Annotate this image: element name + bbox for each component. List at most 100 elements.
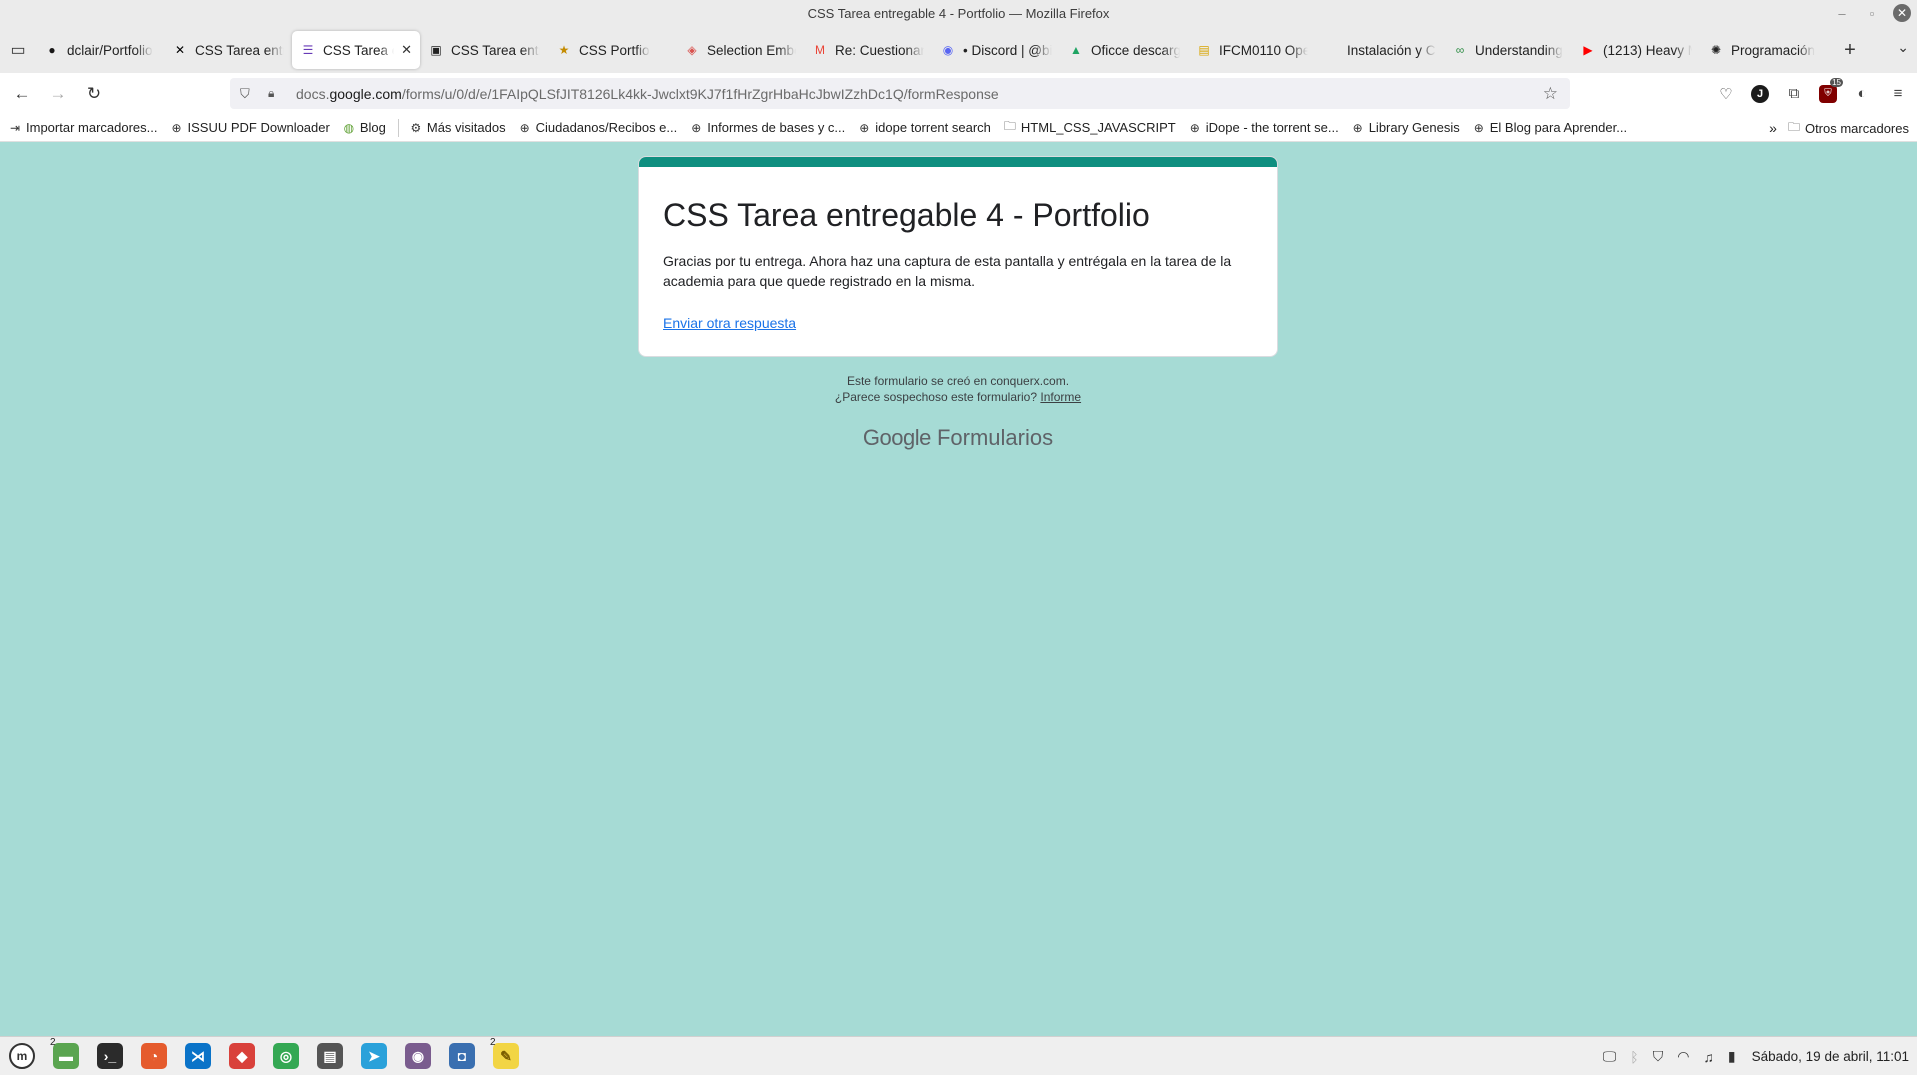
browser-tab[interactable]: ◈ Selection Embed [676, 31, 804, 69]
bookmark-label: Importar marcadores... [26, 120, 158, 135]
gitkraken-icon: ◆ [229, 1043, 255, 1069]
suspicious-notice: ¿Parece sospechoso este formulario? Info… [638, 389, 1278, 405]
window-title: CSS Tarea entregable 4 - Portfolio — Moz… [807, 6, 1110, 21]
firefox-icon: ◔ [141, 1043, 167, 1069]
taskbar-app[interactable]: ›_ [92, 1039, 128, 1073]
youtube-icon: ▶ [1583, 43, 1593, 57]
bookmark-item[interactable]: ⊕ idope torrent search [857, 120, 991, 135]
browser-tab[interactable]: ● dclair/Portfolio [36, 31, 164, 69]
confirmation-card: CSS Tarea entregable 4 - Portfolio Graci… [638, 156, 1278, 357]
browser-tab[interactable]: ✺ Programación [1700, 31, 1828, 69]
brand-google: Google [862, 425, 931, 450]
browser-tab[interactable]: ∞ Understanding [1444, 31, 1572, 69]
close-tab-icon[interactable]: ✕ [401, 42, 412, 58]
url-host: google.com [329, 85, 402, 102]
account-avatar[interactable]: J [1751, 84, 1769, 103]
taskbar-app[interactable]: ✎ 2 [488, 1037, 524, 1073]
bookmark-label: Library Genesis [1368, 120, 1460, 135]
wifi-icon[interactable]: ◠ [1677, 1048, 1689, 1065]
bookmark-item[interactable]: ⊕ El Blog para Aprender... [1472, 120, 1627, 135]
browser-tab[interactable]: ☰ CSS Tarea entregable ✕ [292, 31, 420, 69]
tracking-shield-icon[interactable]: ⛉ [240, 86, 254, 102]
clock[interactable]: Sábado, 19 de abril, 11:01 [1752, 1049, 1909, 1064]
forward-arrow-icon[interactable]: → [40, 78, 76, 110]
bluetooth-icon[interactable]: ᛒ [1630, 1049, 1638, 1065]
browser-tab[interactable]: ▤ IFCM0110 Operación [1188, 31, 1316, 69]
taskbar-app[interactable]: ◆ [224, 1039, 260, 1073]
new-tab-icon[interactable]: + [1832, 39, 1868, 62]
bookmark-item[interactable]: 🗀︎ HTML_CSS_JAVASCRIPT [1003, 117, 1176, 138]
bookmark-star-icon[interactable]: ☆ [1543, 84, 1558, 104]
chevron-down-icon[interactable]: ⌄ [1897, 39, 1909, 56]
minimize-icon[interactable]: – [1833, 4, 1851, 22]
extension-badge: 15 [1830, 77, 1843, 87]
bookmark-item[interactable]: ⊕ iDope - the torrent se... [1188, 120, 1339, 135]
taskbar-app[interactable]: ➤ [356, 1039, 392, 1073]
bookmark-separator [397, 118, 399, 137]
display-icon[interactable]: 🖵︎ [1603, 1048, 1617, 1065]
tab-label: dclair/Portfolio [67, 42, 153, 58]
music-note-icon[interactable]: ♫ [1703, 1049, 1714, 1065]
close-window-icon[interactable]: ✕ [1893, 4, 1911, 22]
taskbar-app[interactable]: ▬ 2 [48, 1037, 84, 1073]
report-link[interactable]: Informe [1040, 390, 1081, 404]
browser-tab[interactable]: ✕ CSS Tarea entregable [164, 31, 292, 69]
pocket-icon[interactable]: ♡ [1715, 83, 1737, 105]
browser-tab[interactable]: ◉ • Discord | @bi [932, 31, 1060, 69]
bookmark-item[interactable]: ⊕ Library Genesis [1351, 120, 1460, 135]
chrome-icon: ◎ [273, 1043, 299, 1069]
ublock-icon[interactable]: ⛨ 15 [1819, 77, 1843, 103]
blog-icon: ◍ [343, 120, 355, 135]
reload-icon[interactable]: ↻ [76, 78, 112, 110]
text-editor-icon: ▤ [317, 1043, 343, 1069]
back-arrow-icon[interactable]: ← [4, 78, 40, 110]
extensions-icon[interactable]: ⧉ [1783, 83, 1805, 105]
tab-label: Re: Cuestionario [835, 42, 924, 58]
submit-another-response-link[interactable]: Enviar otra respuesta [663, 315, 796, 331]
bookmark-item[interactable]: ⊕ ISSUU PDF Downloader [170, 120, 329, 135]
browser-tab[interactable]: ▲ Oficce descarga [1060, 31, 1188, 69]
lock-icon[interactable]: 🔒︎ [268, 86, 282, 101]
start-menu-button[interactable]: m [4, 1039, 40, 1073]
bookmark-item[interactable]: ⊕ Ciudadanos/Recibos e... [518, 120, 678, 135]
google-forms-logo[interactable]: Google Formularios [638, 425, 1278, 451]
bookmark-label: El Blog para Aprender... [1489, 120, 1628, 135]
browser-tab[interactable]: M Re: Cuestionario [804, 31, 932, 69]
taskbar-app[interactable]: ⋊ [180, 1039, 216, 1073]
tab-label: Programación [1731, 42, 1816, 58]
color-picker-icon[interactable]: ◐ [1851, 83, 1873, 105]
browser-tab[interactable]: ▣ CSS Tarea entregable [420, 31, 548, 69]
bookmark-item[interactable]: ⚙ Más visitados [409, 120, 505, 135]
maximize-icon[interactable]: ▫ [1863, 4, 1881, 22]
star-icon: ★ [558, 43, 570, 57]
confirmation-message: Gracias por tu entrega. Ahora haz una ca… [663, 253, 1232, 289]
taskbar-app[interactable]: ▤ [312, 1039, 348, 1073]
url-bar[interactable]: ⛉ 🔒︎ docs. google.com/forms/u/0/d/e/1FAIp… [230, 78, 1570, 109]
browser-tab[interactable]: ★ CSS Portfio [548, 31, 676, 69]
sticky-notes-icon: ✎ [493, 1043, 519, 1069]
double-chevron-icon[interactable]: » [1769, 120, 1777, 136]
geeksforgeeks-icon: ∞ [1455, 43, 1465, 57]
battery-icon[interactable]: ▮ [1728, 1048, 1736, 1065]
taskbar-app[interactable]: ◔ [136, 1039, 172, 1073]
menu-icon[interactable]: ≡ [1887, 83, 1909, 105]
firefox-view-icon[interactable]: ▭ [0, 27, 36, 73]
taskbar-app[interactable]: ◎ [268, 1039, 304, 1073]
globe-icon: ⊕ [691, 120, 702, 135]
shield-icon[interactable]: ⛉ [1653, 1048, 1664, 1065]
tab-label: Instalación y Configuración [1347, 42, 1436, 58]
taskbar-app[interactable]: ◉ [400, 1039, 436, 1073]
browser-tab[interactable]: Instalación y Configuración [1316, 31, 1444, 69]
browser-tab[interactable]: ▶ (1213) Heavy Metal [1572, 31, 1700, 69]
brand-forms: Formularios [936, 425, 1054, 450]
bookmark-label: iDope - the torrent se... [1205, 120, 1339, 135]
other-bookmarks-folder[interactable]: 🗀︎ Otros marcadores [1787, 118, 1909, 139]
bookmark-item[interactable]: ⊕ Informes de bases y c... [689, 120, 845, 135]
selection-icon: ◈ [687, 43, 697, 57]
openai-icon: ✺ [1710, 43, 1722, 57]
taskbar-app[interactable]: ◘ [444, 1039, 480, 1073]
form-title: CSS Tarea entregable 4 - Portfolio [663, 197, 1150, 233]
bookmark-item[interactable]: ◍ Blog [342, 120, 386, 135]
bookmark-item[interactable]: ⇥ Importar marcadores... [8, 120, 158, 135]
folder-icon: 🗀︎ [1003, 119, 1016, 133]
